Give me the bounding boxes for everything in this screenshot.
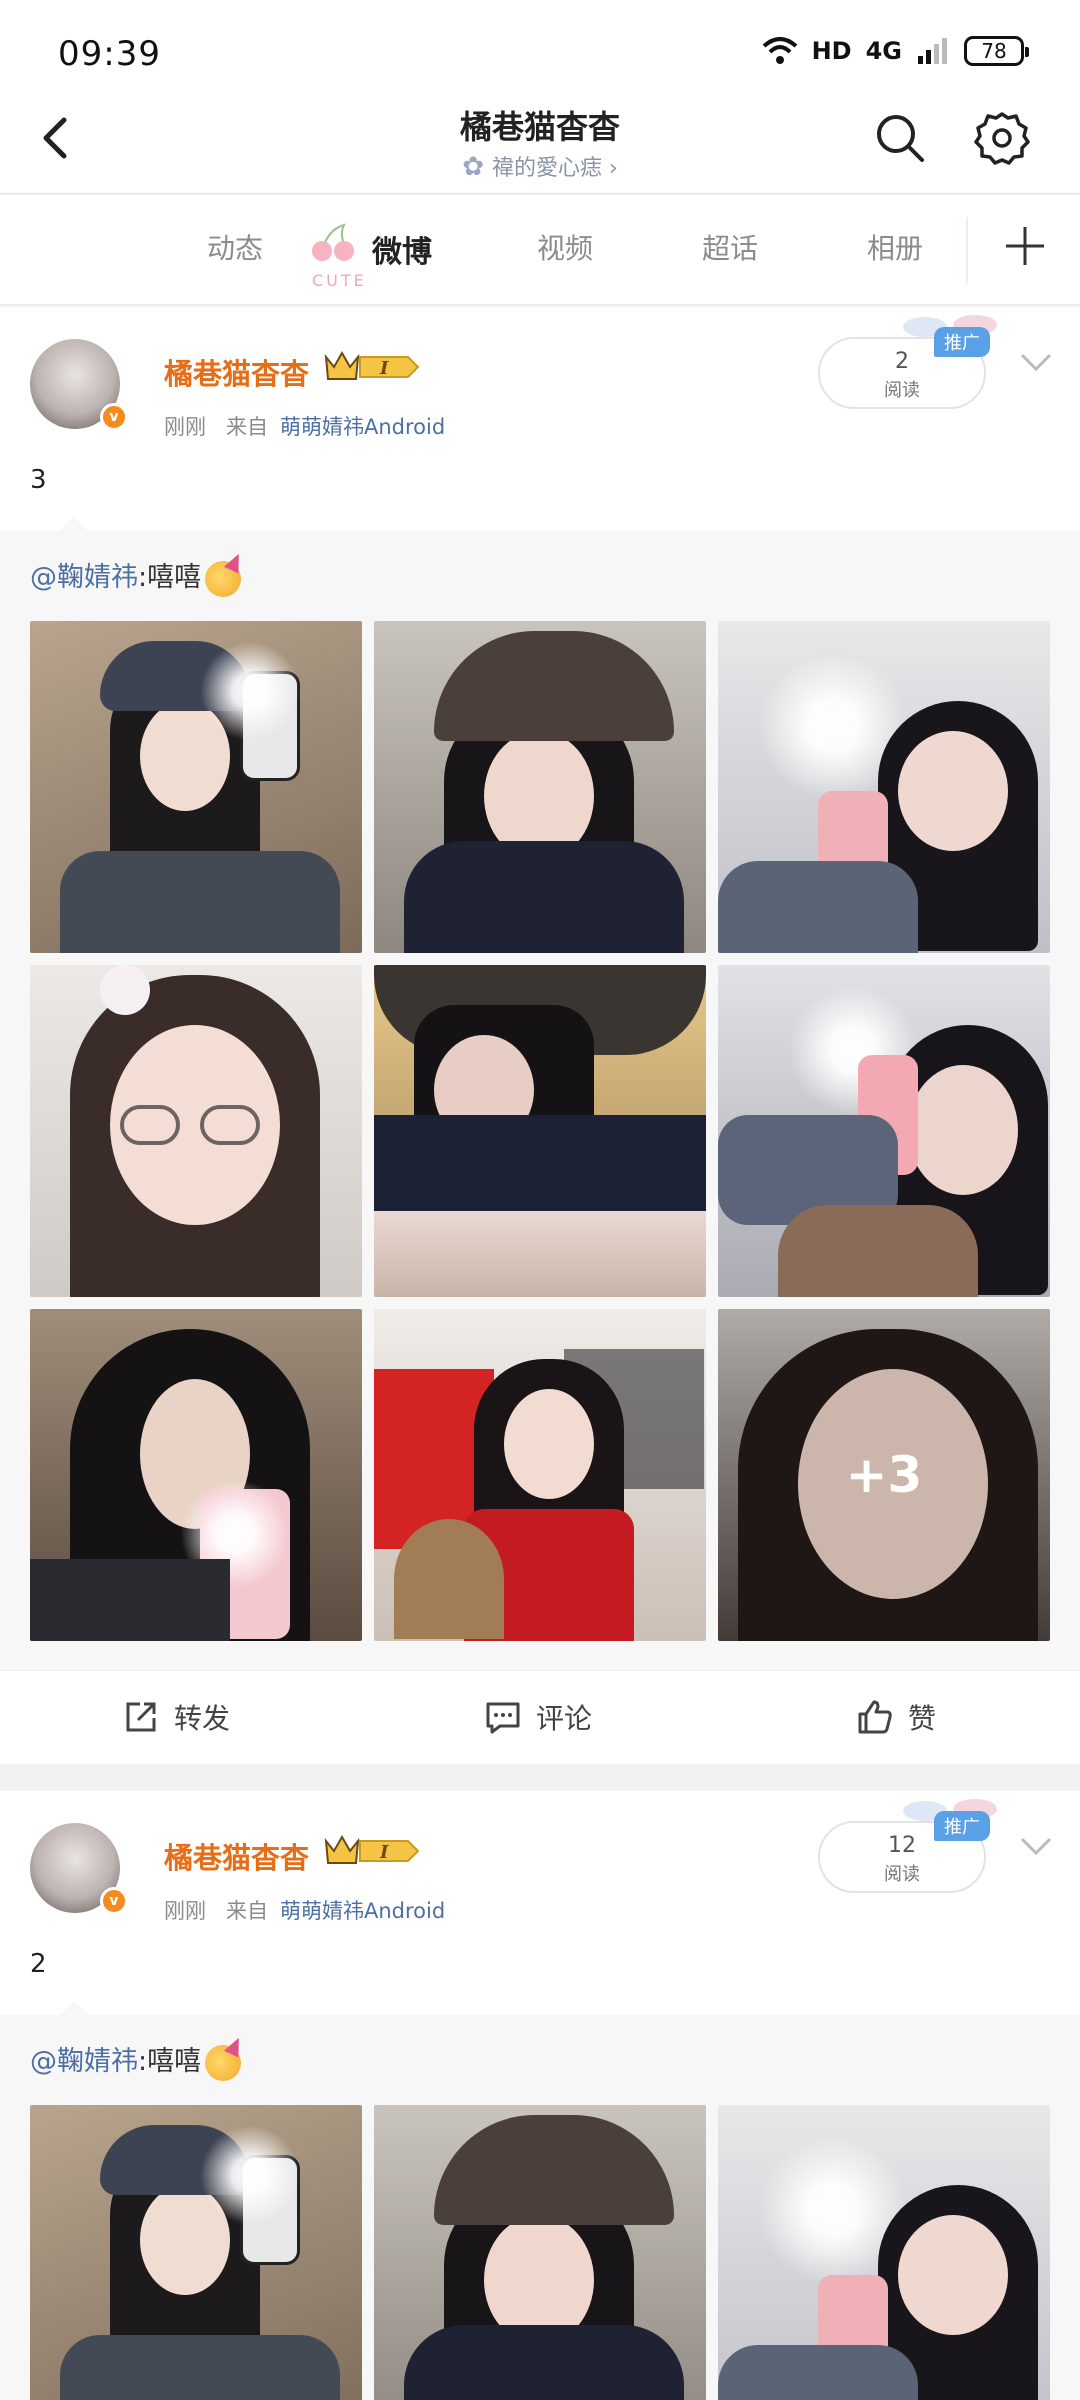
comment-icon — [486, 1702, 520, 1734]
tab-supertopic[interactable]: 超话 — [702, 227, 758, 267]
comment-label: 评论 — [536, 1702, 593, 1735]
like-button[interactable]: 赞 — [856, 1697, 936, 1737]
plus-icon[interactable] — [1000, 221, 1050, 271]
source-prefix: 来自 — [226, 415, 268, 439]
post-time: 刚刚 — [164, 1899, 206, 1923]
status-time: 09:39 — [58, 34, 161, 74]
party-emoji-icon — [205, 2044, 242, 2081]
read-label: 阅读 — [884, 380, 920, 401]
image-thumbnail[interactable]: +3 — [718, 1309, 1050, 1641]
profile-tabs: 动态 微博 CUTE 视频 超话 相册 — [0, 195, 1080, 305]
post-actions: 转发 评论 赞 — [0, 1670, 1080, 1764]
repost-card[interactable]: @鞠婧祎:嘻嘻 — [0, 517, 1080, 1671]
subtitle-text: 禕的愛心痣 — [491, 156, 602, 181]
image-thumbnail[interactable] — [374, 2105, 706, 2400]
cherry-icon — [312, 223, 354, 261]
post-meta: 刚刚 来自 萌萌婧祎Android — [164, 411, 445, 441]
battery-icon: 78 — [964, 36, 1029, 66]
author-name[interactable]: 橘巷猫杳杳 — [164, 1835, 309, 1877]
repost-body: :嘻嘻 — [138, 562, 202, 593]
crown-vip-icon: I — [324, 350, 420, 380]
tab-album[interactable]: 相册 — [867, 227, 923, 267]
repost-button[interactable]: 转发 — [122, 1697, 230, 1737]
image-thumbnail[interactable] — [30, 621, 362, 953]
gear-icon[interactable] — [972, 108, 1032, 168]
chevron-down-icon[interactable] — [1016, 1831, 1056, 1861]
network-label: HD — [811, 37, 852, 65]
repost-notch — [60, 517, 88, 531]
like-label: 赞 — [908, 1702, 937, 1735]
clover-icon: ✿ — [462, 152, 484, 182]
search-icon[interactable] — [872, 110, 928, 166]
image-thumbnail[interactable] — [718, 965, 1050, 1297]
mention-link[interactable]: @鞠婧祎 — [30, 2046, 138, 2077]
repost-notch — [60, 2001, 88, 2015]
battery-level: 78 — [981, 39, 1007, 63]
chevron-right-icon: › — [609, 156, 618, 181]
image-thumbnail[interactable] — [30, 965, 362, 1297]
vip-level: I — [379, 1842, 389, 1863]
tab-dynamic[interactable]: 动态 — [207, 227, 263, 267]
repost-label: 转发 — [174, 1702, 231, 1735]
promote-badge[interactable]: 推广 — [934, 327, 990, 357]
post-text: 2 — [30, 1949, 47, 1979]
post-card[interactable]: v 橘巷猫杳杳 I 刚刚 来自 萌萌婧祎Android 12 阅读 推广 2 @鞠婧… — [0, 1791, 1080, 2400]
repost-card[interactable]: @鞠婧祎:嘻嘻 — [0, 2001, 1080, 2400]
vip-level: I — [379, 358, 389, 379]
tab-weibo[interactable]: 微博 — [372, 227, 432, 271]
image-thumbnail[interactable] — [718, 2105, 1050, 2400]
repost-body: :嘻嘻 — [138, 2046, 202, 2077]
tab-cute-decoration: CUTE — [312, 271, 367, 290]
post-time: 刚刚 — [164, 415, 206, 439]
verified-badge: v — [100, 1887, 128, 1915]
source-prefix: 来自 — [226, 1899, 268, 1923]
image-thumbnail[interactable] — [30, 2105, 362, 2400]
mention-link[interactable]: @鞠婧祎 — [30, 562, 138, 593]
signal-icon — [918, 38, 947, 64]
image-thumbnail[interactable] — [374, 1309, 706, 1641]
signal-label: 4G — [865, 37, 902, 65]
image-thumbnail[interactable] — [718, 621, 1050, 953]
post-text: 3 — [30, 465, 47, 495]
profile-header: 橘巷猫杳杳 ✿ 禕的愛心痣 › — [0, 100, 1080, 194]
share-icon — [126, 1702, 156, 1732]
chevron-down-icon[interactable] — [1016, 347, 1056, 377]
party-emoji-icon — [205, 560, 242, 597]
status-bar: 09:39 HD 4G 78 — [0, 0, 1080, 100]
tab-video[interactable]: 视频 — [537, 227, 593, 267]
tab-divider — [966, 217, 968, 283]
promote-badge[interactable]: 推广 — [934, 1811, 990, 1841]
repost-text: @鞠婧祎:嘻嘻 — [30, 2039, 242, 2081]
image-thumbnail[interactable] — [30, 1309, 362, 1641]
comment-button[interactable]: 评论 — [484, 1697, 592, 1737]
post-card[interactable]: v 橘巷猫杳杳 I 刚刚 来自 萌萌婧祎Android 2 阅读 推广 3 @鞠婧祎… — [0, 307, 1080, 1764]
repost-text: @鞠婧祎:嘻嘻 — [30, 555, 242, 597]
author-name[interactable]: 橘巷猫杳杳 — [164, 351, 309, 393]
weibo-profile-screen: 09:39 HD 4G 78 橘巷猫杳杳 ✿ 禕的愛心痣 › 动态 微博 CUT… — [0, 0, 1080, 2400]
crown-vip-icon: I — [324, 1834, 420, 1864]
more-images-overlay[interactable]: +3 — [718, 1309, 1050, 1641]
verified-badge: v — [100, 403, 128, 431]
read-label: 阅读 — [884, 1864, 920, 1885]
post-source[interactable]: 萌萌婧祎Android — [280, 1899, 445, 1923]
image-thumbnail[interactable] — [374, 965, 706, 1297]
image-thumbnail[interactable] — [374, 621, 706, 953]
thumbs-up-icon — [858, 1700, 892, 1734]
wifi-icon — [762, 37, 797, 64]
post-meta: 刚刚 来自 萌萌婧祎Android — [164, 1895, 445, 1925]
status-icons: HD 4G 78 — [762, 36, 1029, 66]
post-source[interactable]: 萌萌婧祎Android — [280, 415, 445, 439]
